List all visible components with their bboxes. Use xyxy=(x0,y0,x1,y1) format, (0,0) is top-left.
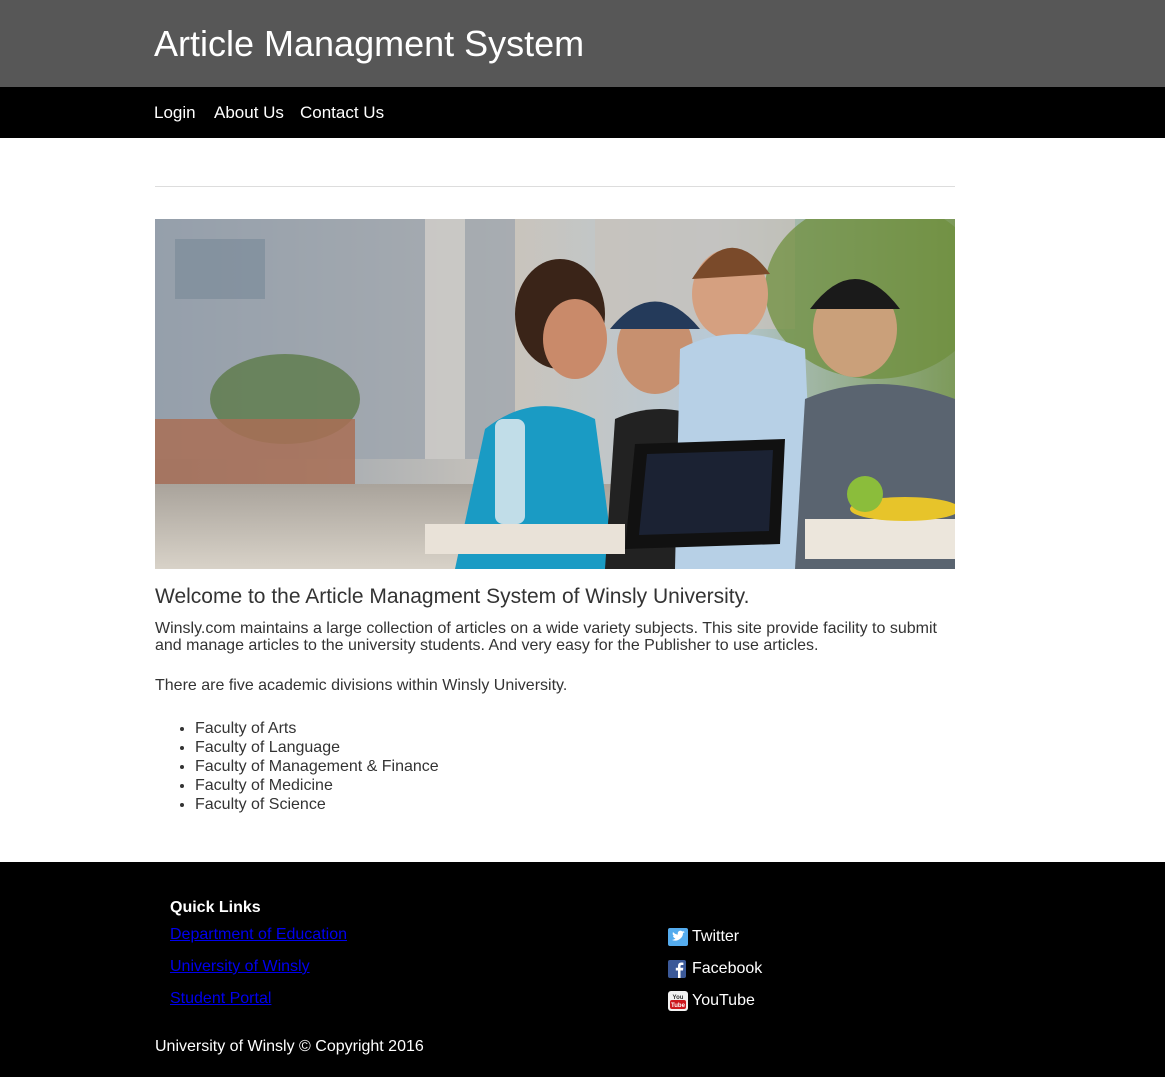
quick-link-department-of-education[interactable]: Department of Education xyxy=(170,925,347,944)
site-header: Article Managment System xyxy=(0,0,1165,87)
students-laptop-photo xyxy=(155,219,955,569)
twitter-label: Twitter xyxy=(692,928,740,945)
content-divider xyxy=(155,186,955,187)
list-item: Faculty of Arts xyxy=(195,719,439,738)
faculty-list: Faculty of Arts Faculty of Language Facu… xyxy=(195,719,439,814)
divisions-intro-text: There are five academic divisions within… xyxy=(155,677,568,694)
facebook-label: Facebook xyxy=(692,960,763,977)
twitter-link[interactable]: Twitter xyxy=(668,927,739,947)
list-item: Faculty of Science xyxy=(195,795,439,814)
intro-text: Winsly.com maintains a large collection … xyxy=(155,620,937,654)
nav-about-us-link[interactable]: About Us xyxy=(214,103,284,123)
facebook-icon xyxy=(668,960,686,978)
site-title: Article Managment System xyxy=(154,23,585,64)
copyright-text: University of Winsly © Copyright 2016 xyxy=(155,1038,424,1055)
nav-contact-us-link[interactable]: Contact Us xyxy=(300,103,384,123)
svg-text:Tube: Tube xyxy=(671,1003,686,1009)
nav-login-link[interactable]: Login xyxy=(154,103,196,123)
twitter-icon xyxy=(668,928,688,946)
youtube-icon: You Tube xyxy=(668,991,688,1011)
quick-link-university-of-winsly[interactable]: University of Winsly xyxy=(170,957,310,976)
main-nav: Login About Us Contact Us xyxy=(0,87,1165,138)
welcome-heading: Welcome to the Article Managment System … xyxy=(155,585,750,608)
youtube-link[interactable]: You Tube YouTube xyxy=(668,991,755,1011)
list-item: Faculty of Medicine xyxy=(195,776,439,795)
hero-image xyxy=(155,219,955,569)
facebook-link[interactable]: Facebook xyxy=(668,959,762,979)
quick-link-student-portal[interactable]: Student Portal xyxy=(170,989,271,1008)
list-item: Faculty of Management & Finance xyxy=(195,757,439,776)
youtube-label: YouTube xyxy=(692,992,755,1009)
quick-links-title: Quick Links xyxy=(170,899,261,916)
list-item: Faculty of Language xyxy=(195,738,439,757)
